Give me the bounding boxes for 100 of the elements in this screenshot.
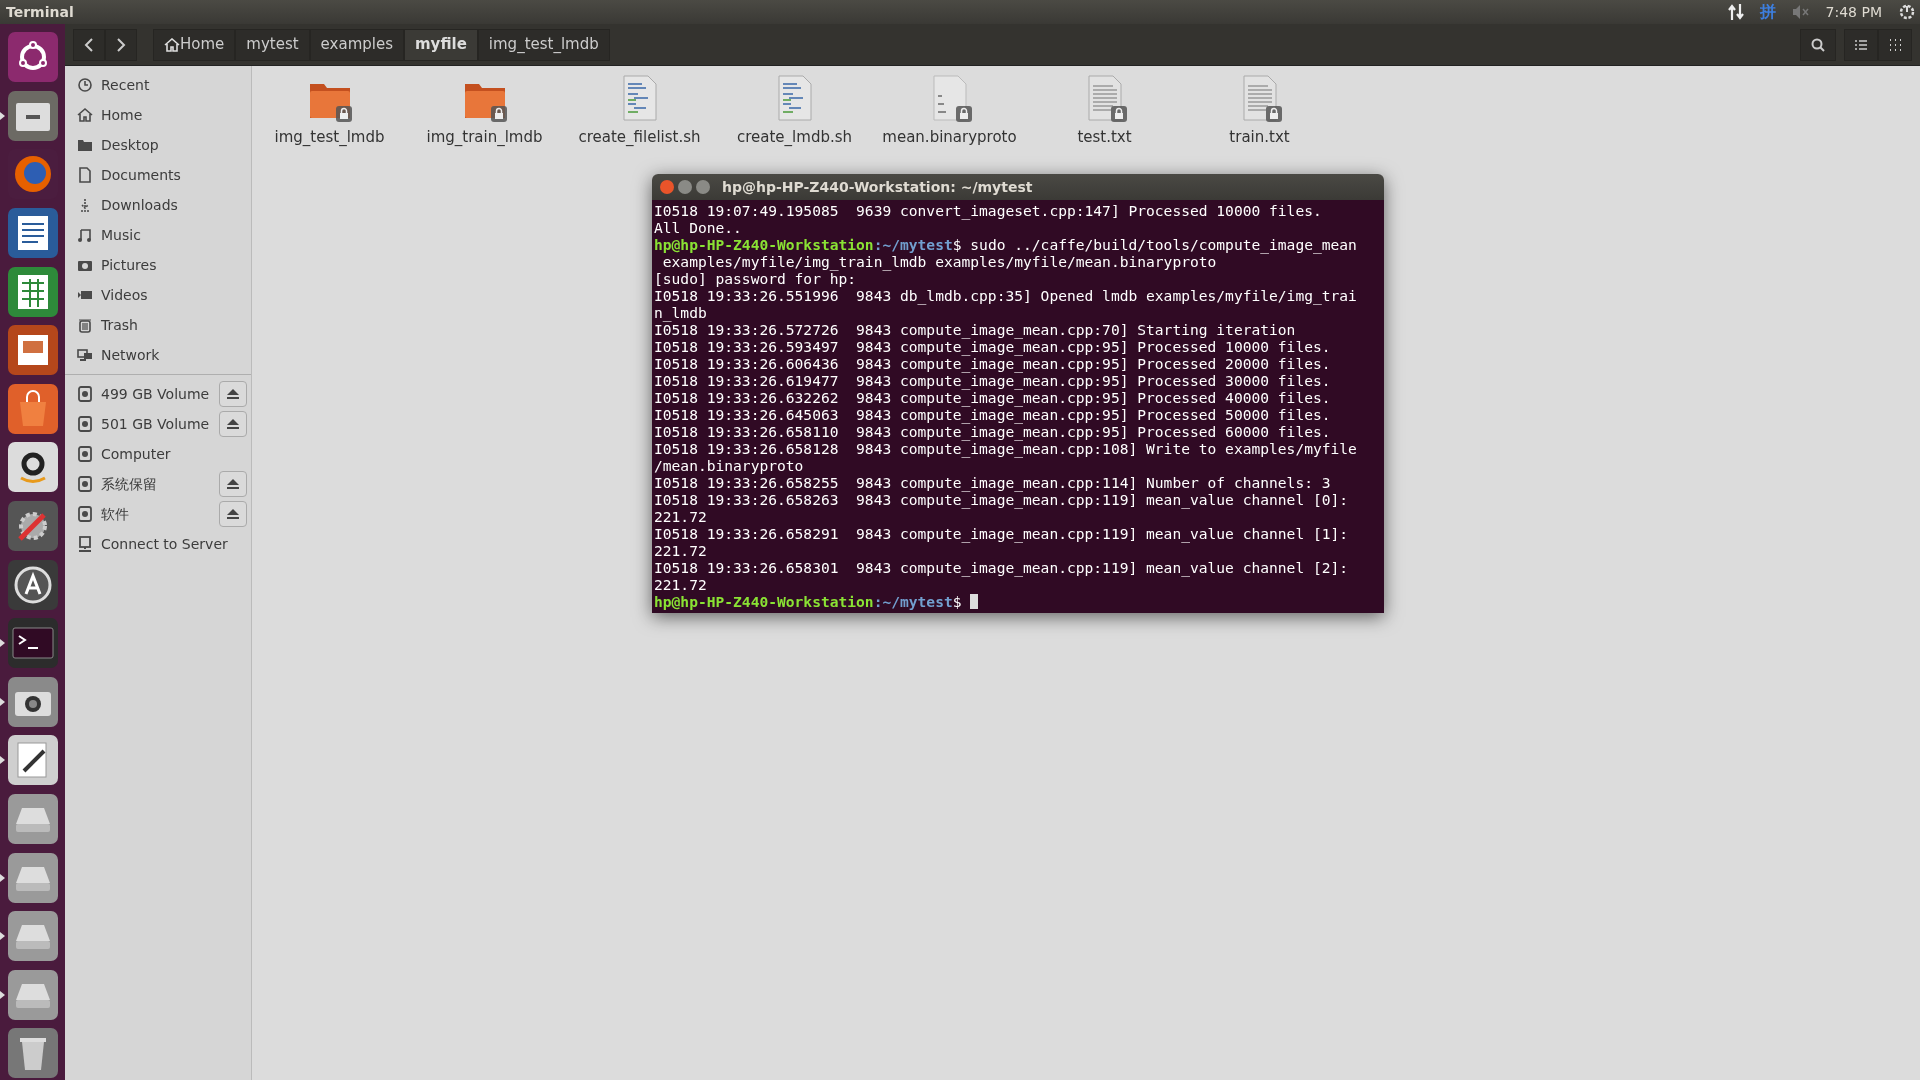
file-item[interactable]: test.txt	[1027, 74, 1182, 149]
network-arrows-icon[interactable]	[1727, 3, 1744, 21]
clock[interactable]: 7:48 PM	[1825, 1, 1882, 23]
close-button[interactable]	[660, 180, 674, 194]
maximize-button[interactable]	[696, 180, 710, 194]
ubuntu-logo-icon[interactable]	[7, 32, 58, 83]
terminal-line: I0518 19:33:26.658255 9843 compute_image_mean.cpp:114] Number of channels: 3	[654, 474, 1332, 491]
power-gear-icon[interactable]	[1898, 3, 1916, 21]
prompt-path: :~/mytest	[873, 236, 953, 253]
prompt-user: hp@hp-HP-Z440-Workstation	[654, 236, 874, 253]
terminal-line: 221.72	[654, 508, 708, 525]
file-item[interactable]: img_train_lmdb	[407, 74, 562, 149]
terminal-line: [sudo] password for hp:	[654, 270, 857, 287]
disk-drive-icon[interactable]	[7, 969, 58, 1020]
grid-icon	[1889, 38, 1901, 51]
sidebar-item[interactable]: Music	[65, 220, 251, 250]
path-crumb[interactable]: img_test_lmdb	[477, 28, 610, 61]
muted-speaker-icon[interactable]	[1791, 3, 1810, 21]
network-computer-icon	[77, 347, 93, 363]
music-note-icon	[77, 227, 93, 243]
hard-drive-icon	[77, 506, 93, 522]
sidebar-item[interactable]: 499 GB Volume	[65, 379, 251, 409]
disk-drive-icon[interactable]	[7, 794, 58, 844]
path-crumb[interactable]: Home	[153, 28, 236, 61]
terminal-line: I0518 19:33:26.632262 9843 compute_image_mean.cpp:95] Processed 40000 files.	[654, 389, 1332, 406]
terminal-command: $	[952, 593, 963, 610]
terminal-line: 221.72	[654, 542, 708, 559]
disk-drive-icon[interactable]	[7, 852, 58, 903]
terminal-line: I0518 19:33:26.658301 9843 compute_image_mean.cpp:119] mean_value channel [2]:	[654, 559, 1350, 576]
eject-icon	[226, 418, 240, 430]
sidebar-item[interactable]: 系统保留	[65, 469, 251, 499]
terminal-command: $ sudo ../caffe/build/tools/compute_image_mean	[952, 236, 1357, 253]
sidebar-item[interactable]: Videos	[65, 280, 251, 310]
terminal-line: I0518 19:33:26.606436 9843 compute_image_mean.cpp:95] Processed 20000 files.	[654, 355, 1332, 372]
sidebar-item[interactable]: Computer	[65, 439, 251, 469]
hard-drive-icon	[77, 446, 93, 462]
forward-button[interactable]	[105, 28, 137, 61]
path-crumb[interactable]: mytest	[235, 28, 310, 61]
back-chevron-icon	[84, 37, 94, 52]
terminal-line: I0518 19:33:26.658110 9843 compute_image_mean.cpp:95] Processed 60000 files.	[654, 423, 1332, 440]
sidebar-item[interactable]: Connect to Server	[65, 529, 251, 559]
eject-button[interactable]	[219, 411, 247, 437]
sidebar-item[interactable]: 501 GB Volume	[65, 409, 251, 439]
file-item[interactable]: create_filelist.sh	[562, 74, 717, 149]
file-item[interactable]: train.txt	[1182, 74, 1337, 149]
search-button[interactable]	[1800, 28, 1836, 61]
prompt-user: hp@hp-HP-Z440-Workstation	[654, 593, 874, 610]
back-button[interactable]	[73, 28, 105, 61]
sidebar-item[interactable]: Network	[65, 340, 251, 370]
spreadsheet-icon[interactable]	[7, 266, 58, 317]
sidebar-item[interactable]: Downloads	[65, 190, 251, 220]
terminal-line: I0518 19:33:26.572726 9843 compute_image_mean.cpp:70] Starting iteration	[654, 321, 1297, 338]
prompt-path: :~/mytest	[873, 593, 953, 610]
sidebar-item[interactable]: Pictures	[65, 250, 251, 280]
hard-drive-icon	[77, 416, 93, 432]
terminal-line: 221.72	[654, 576, 708, 593]
eject-icon	[226, 508, 240, 520]
search-icon	[1811, 37, 1825, 52]
smile-logo-icon[interactable]	[7, 442, 58, 493]
document-icon	[77, 167, 93, 183]
file-item[interactable]: create_lmdb.sh	[717, 74, 872, 149]
terminal-icon[interactable]	[7, 618, 58, 669]
window-title: Terminal	[5, 2, 74, 22]
server-icon	[77, 536, 93, 552]
sidebar-item[interactable]: Recent	[65, 70, 251, 100]
camera-icon[interactable]	[7, 676, 58, 727]
disk-drive-icon[interactable]	[7, 911, 58, 962]
eject-button[interactable]	[219, 471, 247, 497]
file-cabinet-icon[interactable]	[7, 90, 58, 141]
terminal-line: n_lmdb	[654, 304, 708, 321]
shopping-bag-icon[interactable]	[7, 383, 58, 434]
document-page-icon[interactable]	[7, 208, 58, 259]
file-item[interactable]: img_test_lmdb	[252, 74, 407, 149]
eject-button[interactable]	[219, 501, 247, 527]
file-item[interactable]: mean.binaryproto	[872, 74, 1027, 149]
presentation-icon[interactable]	[7, 325, 58, 376]
sidebar-item[interactable]: Documents	[65, 160, 251, 190]
sidebar-item[interactable]: Trash	[65, 310, 251, 340]
minimize-button[interactable]	[678, 180, 692, 194]
home-icon	[77, 107, 93, 123]
terminal-line: examples/myfile/img_train_lmdb examples/myfile/mean.binaryproto	[661, 253, 1217, 270]
clock-icon	[77, 77, 93, 93]
forward-chevron-icon	[116, 37, 126, 52]
sidebar-item[interactable]: Desktop	[65, 130, 251, 160]
wrench-gear-icon[interactable]	[7, 501, 58, 552]
terminal-line: I0518 19:33:26.645063 9843 compute_image_mean.cpp:95] Processed 50000 files.	[654, 406, 1332, 423]
list-view-button[interactable]	[1844, 28, 1878, 61]
trash-icon	[77, 317, 93, 333]
terminal-line: I0518 19:07:49.195085 9639 convert_imageset.cpp:147] Processed 10000 files.	[654, 202, 1323, 219]
terminal-line: I0518 19:33:26.658291 9843 compute_image_mean.cpp:119] mean_value channel [1]:	[654, 525, 1350, 542]
hard-drive-icon	[77, 476, 93, 492]
notepad-pencil-icon[interactable]	[7, 735, 58, 786]
sidebar-item[interactable]: 软件	[65, 499, 251, 529]
path-crumb[interactable]: myfile	[404, 28, 478, 61]
folder-icon	[77, 137, 93, 153]
path-crumb[interactable]: examples	[309, 28, 404, 61]
window-title: hp@hp-HP-Z440-Workstation: ~/mytest	[722, 177, 1033, 197]
trash-can-icon[interactable]	[7, 1028, 58, 1079]
sidebar-item[interactable]: Home	[65, 100, 251, 130]
eject-button[interactable]	[219, 381, 247, 407]
